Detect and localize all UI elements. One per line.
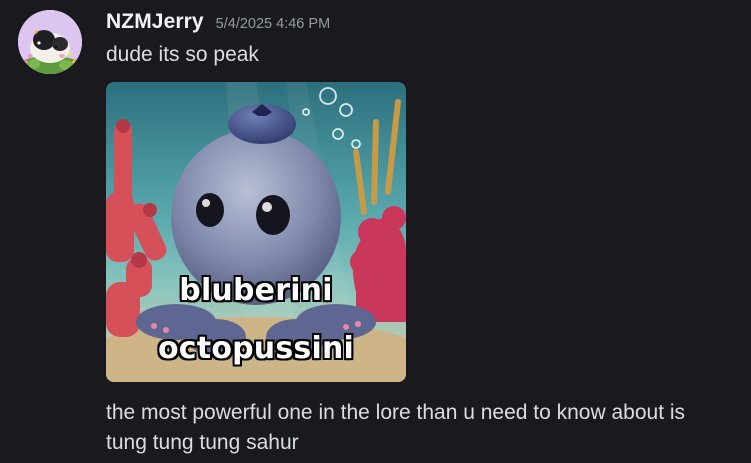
image-caption-line-2: octopussini xyxy=(157,331,354,366)
followup-line-2: tung tung tung sahur xyxy=(106,431,299,454)
message-text: dude its so peak xyxy=(106,43,259,66)
followup-message-text: the most powerful one in the lore than u… xyxy=(106,398,746,458)
user-avatar[interactable] xyxy=(18,10,82,74)
message-timestamp: 5/4/2025 4:46 PM xyxy=(215,16,331,32)
image-attachment[interactable]: bluberini octopussini xyxy=(106,82,406,382)
followup-line-1: the most powerful one in the lore than u… xyxy=(106,401,686,424)
chat-message: NZMJerry 5/4/2025 4:46 PM dude its so pe… xyxy=(0,0,751,463)
image-caption-line-1: bluberini xyxy=(179,273,333,308)
username[interactable]: NZMJerry xyxy=(106,10,204,34)
guinea-pig-avatar-icon xyxy=(18,10,82,74)
message-header: NZMJerry 5/4/2025 4:46 PM xyxy=(106,10,330,38)
